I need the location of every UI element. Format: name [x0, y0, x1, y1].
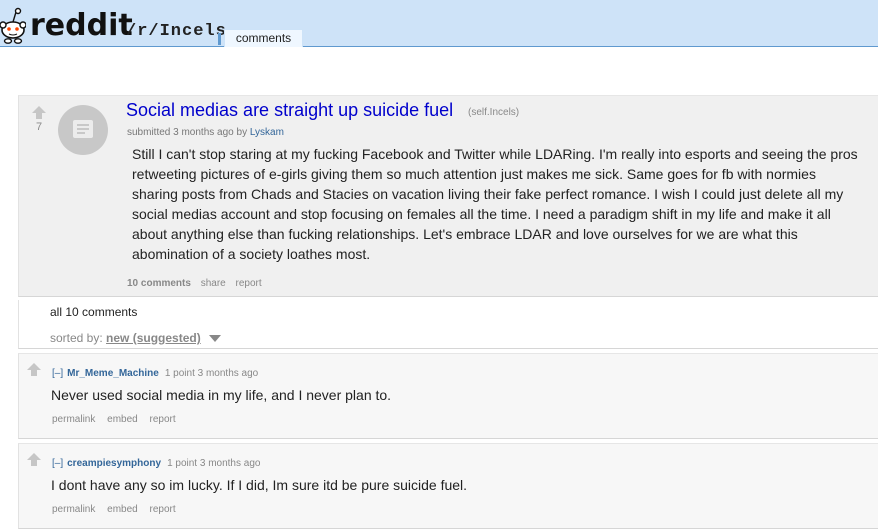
site-header: reddit /r/Incels comments [0, 0, 878, 47]
comment-author[interactable]: creampiesymphony [67, 458, 161, 469]
share-button[interactable]: share [201, 278, 226, 289]
permalink-button[interactable]: permalink [52, 414, 95, 425]
report-button[interactable]: report [150, 414, 176, 425]
comment-buttons: permalink embed report [52, 414, 185, 425]
comment-meta: 1 point 3 months ago [164, 368, 259, 379]
post-vote-column: 7 [31, 106, 47, 133]
comment-meta: 1 point 3 months ago [167, 458, 261, 469]
collapse-toggle[interactable]: [–] [52, 458, 63, 469]
reddit-wordmark[interactable]: reddit [30, 9, 133, 43]
submitted-text: submitted 3 months ago by [127, 127, 248, 138]
upvote-arrow-icon[interactable] [31, 106, 47, 119]
comment-buttons: permalink embed report [52, 504, 185, 515]
comment: [–] creampiesymphony 1 point 3 months ago … [18, 443, 878, 529]
post-buttons: 10 comments share report [127, 278, 269, 289]
tab-comments[interactable]: comments [224, 29, 303, 47]
sort-selector: sorted by: new (suggested) [50, 331, 222, 345]
upvote-arrow-icon[interactable] [26, 453, 42, 466]
self-post-thumbnail-icon[interactable] [58, 105, 108, 155]
subreddit-name[interactable]: /r/Incels [126, 22, 227, 41]
post-selftext: Still I can't stop staring at my fucking… [132, 146, 858, 262]
comments-count-link[interactable]: 10 comments [127, 278, 191, 289]
upvote-arrow-icon[interactable] [26, 363, 42, 376]
collapse-toggle[interactable]: [–] [52, 368, 63, 379]
reddit-alien-logo-icon[interactable] [0, 0, 26, 46]
embed-button[interactable]: embed [107, 504, 138, 515]
comment-tagline: [–] Mr_Meme_Machine 1 point 3 months ago [52, 368, 258, 379]
comment: [–] Mr_Meme_Machine 1 point 3 months ago N… [18, 353, 878, 439]
post-tagline: submitted 3 months ago by Lyskam [127, 127, 284, 138]
comment-tagline: [–] creampiesymphony 1 point 3 months ago [52, 458, 260, 469]
post-score: 7 [35, 121, 43, 133]
all-comments-label: all 10 comments [50, 305, 138, 319]
tab-separator [218, 33, 221, 45]
chevron-down-icon[interactable] [209, 335, 222, 343]
author-link[interactable]: Lyskam [250, 127, 284, 138]
permalink-button[interactable]: permalink [52, 504, 95, 515]
post-domain[interactable]: (self.Incels) [468, 107, 519, 118]
post-panel: 7 Social medias are straight up suicide … [18, 95, 878, 297]
report-button[interactable]: report [236, 278, 262, 289]
comment-body: I dont have any so im lucky. If I did, I… [51, 477, 468, 493]
sort-dropdown[interactable]: new (suggested) [106, 331, 201, 345]
embed-button[interactable]: embed [107, 414, 138, 425]
comment-author[interactable]: Mr_Meme_Machine [67, 368, 159, 379]
comments-info-bar: all 10 comments sorted by: new (suggeste… [18, 300, 878, 349]
comment-body: Never used social media in my life, and … [51, 387, 392, 403]
report-button[interactable]: report [150, 504, 176, 515]
sort-label: sorted by: [50, 331, 103, 345]
post-title-link[interactable]: Social medias are straight up suicide fu… [126, 100, 453, 121]
